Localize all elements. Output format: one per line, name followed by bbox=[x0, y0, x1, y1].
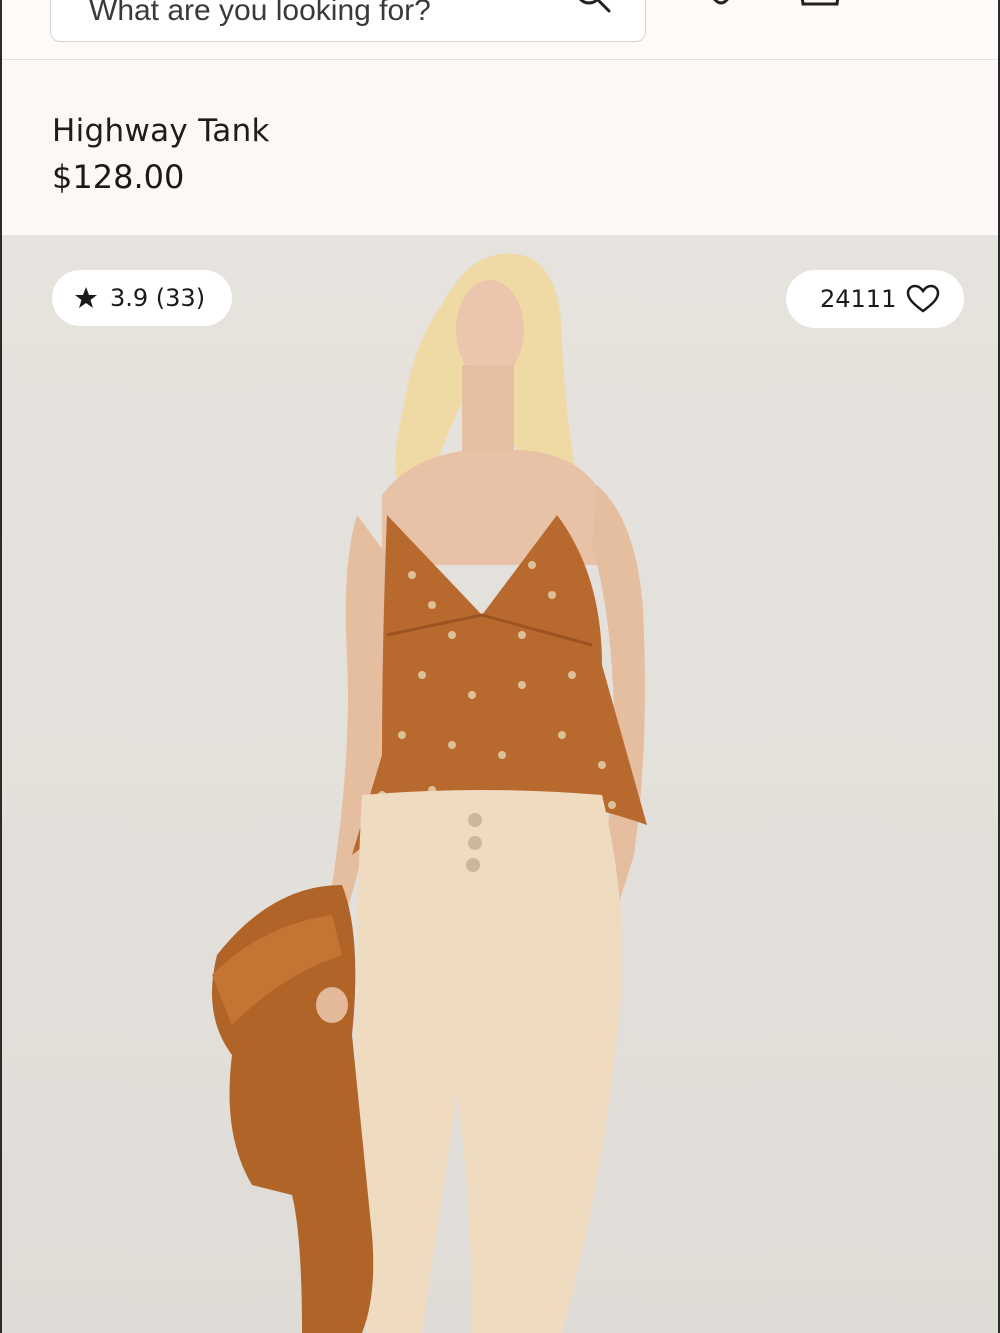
rating-text: 3.9 (33) bbox=[110, 284, 206, 312]
search-icon[interactable] bbox=[571, 0, 615, 17]
favorites-count: 24111 bbox=[820, 285, 897, 313]
heart-icon[interactable] bbox=[906, 284, 940, 314]
product-title: Highway Tank bbox=[52, 113, 270, 149]
rating-badge[interactable]: 3.9 (33) bbox=[52, 270, 232, 326]
shopping-bag-icon[interactable] bbox=[797, 0, 857, 8]
menu-icon[interactable] bbox=[902, 0, 948, 2]
model-photo bbox=[212, 253, 647, 1333]
search-box[interactable] bbox=[50, 0, 646, 42]
star-icon bbox=[75, 287, 97, 308]
top-header bbox=[2, 0, 998, 60]
product-price: $128.00 bbox=[52, 158, 185, 196]
location-pin-icon[interactable] bbox=[704, 0, 738, 10]
app-frame: Highway Tank $128.00 bbox=[0, 0, 1000, 1333]
product-info: Highway Tank $128.00 bbox=[2, 61, 998, 235]
product-image[interactable]: 3.9 (33) 24111 bbox=[2, 235, 998, 1333]
search-input[interactable] bbox=[89, 0, 569, 41]
favorite-button[interactable]: 24111 bbox=[786, 270, 964, 328]
